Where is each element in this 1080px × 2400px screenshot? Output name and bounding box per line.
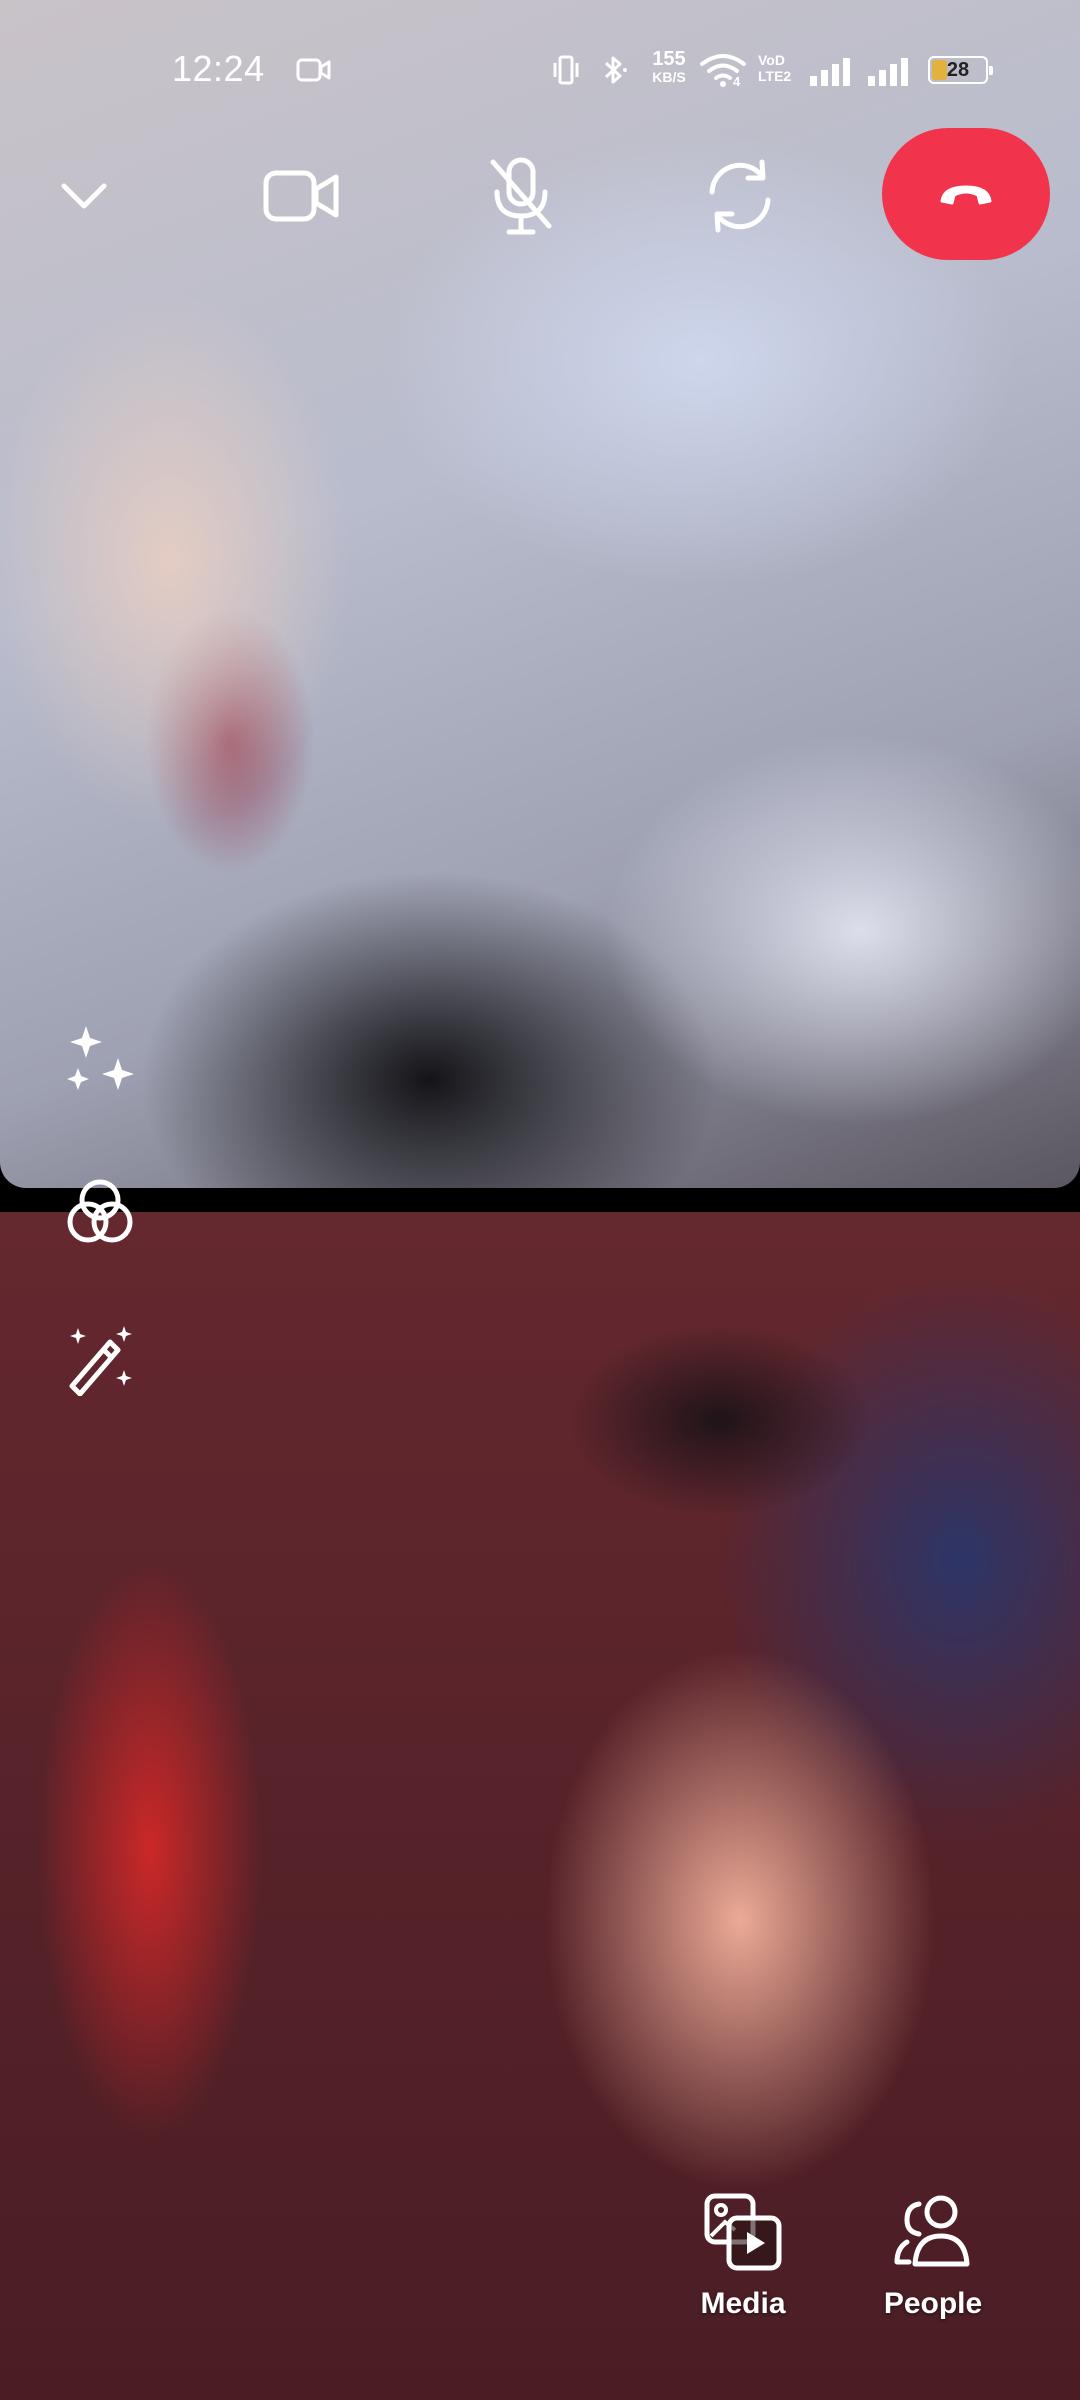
signal-icon: [866, 56, 912, 91]
signal-icon: [808, 56, 854, 91]
video-camera-icon: [263, 170, 339, 222]
people-icon: [894, 2195, 970, 2267]
magic-wand-icon: [69, 1326, 132, 1396]
toggle-video-button[interactable]: [252, 152, 352, 240]
media-button[interactable]: Media: [678, 2190, 808, 2321]
video-camera-icon: [296, 56, 332, 89]
switch-camera-button[interactable]: [692, 150, 788, 242]
magic-wand-button[interactable]: [60, 1318, 140, 1398]
vibrate-icon: [550, 54, 582, 91]
filters-button[interactable]: [60, 1172, 140, 1252]
wifi-badge: 4: [733, 74, 741, 89]
sparkles-icon: [67, 1026, 134, 1090]
media-icon: [704, 2193, 782, 2271]
switch-camera-icon: [709, 159, 771, 233]
network-speed-value: 155: [652, 48, 686, 70]
media-label: Media: [700, 2287, 786, 2320]
people-label: People: [883, 2287, 983, 2320]
battery-level: 28: [946, 59, 970, 81]
volte-indicator: VoD LTE2: [758, 52, 791, 84]
mic-off-icon: [490, 157, 552, 235]
wifi-icon: [698, 52, 748, 93]
end-call-icon: [940, 185, 992, 205]
bluetooth-icon: [598, 54, 630, 91]
filters-icon: [67, 1179, 133, 1243]
toggle-mic-button[interactable]: [476, 148, 566, 244]
network-speed: 155 KB/S: [645, 48, 693, 86]
effects-button[interactable]: [60, 1020, 140, 1100]
end-call-button[interactable]: [882, 128, 1050, 260]
battery-icon: 28: [928, 56, 993, 84]
volte-line1: VoD: [758, 52, 785, 68]
status-time: 12:24: [172, 48, 265, 89]
network-speed-unit: KB/S: [652, 69, 686, 85]
status-bar: 12:24 155 KB/S 4 VoD LTE2 28: [0, 0, 1080, 140]
minimize-call-button[interactable]: [44, 156, 124, 236]
chevron-down-icon: [61, 183, 107, 209]
people-button[interactable]: People: [868, 2190, 998, 2321]
volte-line2: LTE2: [758, 68, 792, 84]
